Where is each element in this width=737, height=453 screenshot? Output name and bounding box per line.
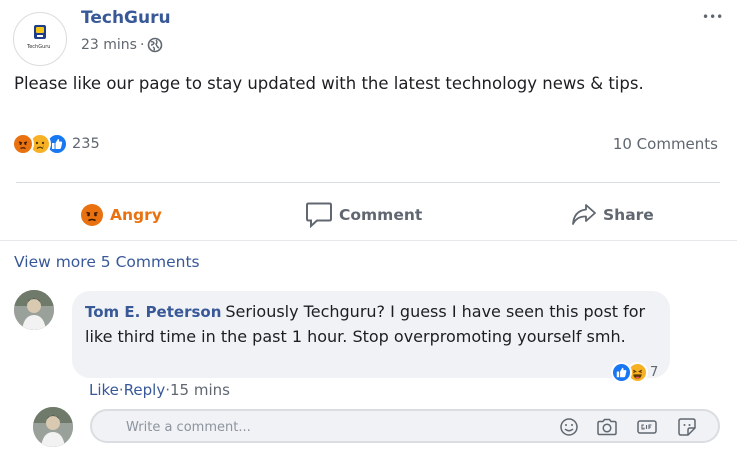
emoji-icon[interactable] bbox=[558, 417, 580, 437]
comment-input[interactable] bbox=[126, 417, 506, 437]
logo-text: TechGuru bbox=[27, 44, 51, 50]
view-more-comments-link[interactable]: View more 5 Comments bbox=[14, 253, 200, 271]
commenter-avatar[interactable] bbox=[14, 290, 54, 330]
comment-icon bbox=[306, 202, 332, 228]
share-label: Share bbox=[603, 206, 654, 224]
angry-reaction-icon bbox=[12, 133, 34, 155]
comment-reply-link[interactable]: Reply bbox=[124, 381, 166, 399]
comment-button[interactable]: Comment bbox=[305, 200, 422, 230]
page-avatar[interactable]: TechGuru bbox=[13, 12, 67, 66]
comment-time[interactable]: 15 mins bbox=[170, 381, 230, 399]
react-button[interactable]: Angry bbox=[80, 200, 162, 230]
comment-author[interactable]: Tom E. Peterson bbox=[85, 303, 221, 321]
share-icon bbox=[572, 204, 596, 225]
comment-composer bbox=[90, 409, 720, 443]
meta-separator: · bbox=[139, 37, 145, 53]
post-text: Please like our page to stay updated wit… bbox=[14, 74, 644, 93]
comment-reactions[interactable]: 7 bbox=[611, 362, 658, 383]
more-icon: ••• bbox=[702, 10, 724, 24]
angry-reaction-icon bbox=[81, 204, 103, 226]
gif-icon[interactable] bbox=[636, 417, 658, 437]
user-avatar[interactable] bbox=[33, 407, 73, 447]
comment-actions: Like·Reply·15 mins bbox=[89, 381, 230, 399]
sticker-icon[interactable] bbox=[676, 417, 698, 437]
react-label: Angry bbox=[110, 206, 162, 224]
page-name[interactable]: TechGuru bbox=[81, 8, 171, 28]
like-reaction-icon bbox=[611, 362, 632, 383]
more-options-button[interactable]: ••• bbox=[702, 2, 723, 26]
techguru-logo-icon bbox=[34, 25, 46, 39]
reactions-summary[interactable]: 235 bbox=[12, 132, 100, 156]
comment-reaction-count: 7 bbox=[650, 365, 659, 380]
comments-count-link[interactable]: 10 Comments bbox=[613, 135, 718, 153]
divider bbox=[0, 240, 737, 241]
share-button[interactable]: Share bbox=[571, 200, 654, 230]
comment-text-block: Tom E. Peterson Seriously Techguru? I gue… bbox=[85, 300, 655, 349]
comment-like-link[interactable]: Like bbox=[89, 381, 119, 399]
comment-label: Comment bbox=[339, 206, 423, 224]
globe-icon bbox=[148, 37, 163, 53]
reactions-count: 235 bbox=[72, 136, 100, 152]
post-time[interactable]: 23 mins bbox=[81, 37, 137, 53]
camera-icon[interactable] bbox=[596, 417, 618, 437]
post-meta: 23 mins · bbox=[81, 37, 163, 53]
divider bbox=[16, 182, 720, 183]
